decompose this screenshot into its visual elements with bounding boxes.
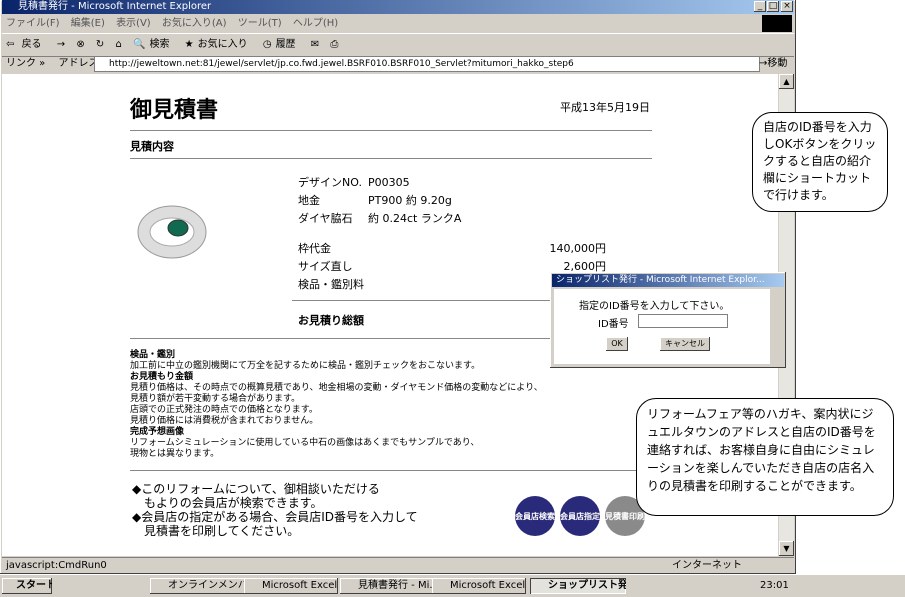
start-button[interactable]: スタート [2, 578, 52, 594]
status-bar: javascript:CmdRun0 インターネット [2, 557, 794, 574]
member-select-button[interactable]: 会員店指定 [560, 496, 600, 536]
footer-line: ◆会員店の指定がある場合、会員店ID番号を入力して [132, 510, 418, 524]
callout-top: 自店のID番号を入力しOKボタンをクリックすると自店の紹介欄にショートカットで行… [752, 112, 888, 212]
spec-label: ダイヤ脇石 [298, 212, 353, 225]
close-button[interactable]: × [781, 1, 793, 12]
title-bar: 見積書発行 - Microsoft Internet Explorer _ □ … [2, 0, 794, 14]
scroll-down-icon[interactable]: ▼ [779, 541, 794, 556]
note-line: 現物とは異なります。 [130, 449, 220, 459]
spec-value: PT900 約 9.20g [368, 194, 452, 207]
menu-bar: ファイル(F) 編集(E) 表示(V) お気に入り(A) ツール(T) ヘルプ(… [2, 15, 762, 32]
spec-value: 約 0.24ct ランクA [368, 212, 462, 225]
footer-line: 見積書を印刷してください。 [132, 524, 300, 538]
print-icon[interactable]: ⎙ [330, 39, 338, 50]
date-label: 平成13年5月19日 [560, 101, 650, 114]
back-label: 戻る [21, 39, 42, 50]
spec-list: デザインNO. P00305 地金 PT900 約 9.20g ダイヤ脇石 約 0.2… [298, 174, 461, 228]
go-label: 移動 [767, 58, 788, 69]
callout-bottom: リフォームフェア等のハガキ、案内状にジュエルタウンのアドレスと自店のID番号を連… [636, 398, 894, 516]
cancel-button[interactable]: キャンセル [660, 337, 710, 351]
refresh-icon[interactable]: ↻ [96, 39, 104, 50]
address-bar: リンク » アドレス(D) http://jeweltown.net:81/je… [2, 55, 794, 73]
favorites-button[interactable]: ★ お気に入り [185, 39, 252, 50]
task-button[interactable]: 見積書発行 - Mi... [340, 578, 444, 594]
links-label[interactable]: リンク » [6, 58, 45, 69]
notes-section: 検品・鑑別 加工前に中立の鑑別機関にて万全を記するために検品・鑑別チェックをおこ… [130, 350, 600, 460]
dialog-body: 指定のID番号を入力して下さい。 ID番号 OK キャンセル [554, 289, 770, 364]
dialog-prompt: 指定のID番号を入力して下さい。 [579, 301, 730, 312]
toolbar: ⇦ 戻る → ⊗ ↻ ⌂ 🔍 検索 ★ お気に入り ◷ 履歴 ✉ ⎙ [2, 33, 794, 57]
spec-row: ダイヤ脇石 約 0.24ct ランクA [298, 210, 461, 228]
id-input[interactable] [638, 314, 728, 328]
cost-label: 検品・鑑別料 [298, 278, 364, 291]
taskbar: スタート オンラインメンバー登録 Microsoft Excel 見積書発行 -… [0, 574, 905, 597]
search-button[interactable]: 🔍 検索 [133, 39, 173, 50]
cost-row: 枠代金 140,000円 [298, 240, 606, 258]
task-button[interactable]: Microsoft Excel [432, 578, 526, 594]
note-line: 加工前に中立の鑑別機関にて万全を記するために検品・鑑別チェックをおこないます。 [130, 361, 481, 371]
menu-edit[interactable]: 編集(E) [71, 18, 105, 29]
note-heading: お見積もり金額 [130, 372, 194, 382]
cost-label: 枠代金 [298, 242, 331, 255]
status-text: javascript:CmdRun0 [6, 560, 107, 571]
footer-line: ◆このリフォームについて、御相談いただける [132, 482, 380, 496]
member-search-button[interactable]: 会員店検索 [515, 496, 555, 536]
ok-button[interactable]: OK [606, 337, 628, 351]
spec-label: デザインNO. [298, 176, 362, 189]
cost-label: サイズ直し [298, 260, 353, 273]
spec-label: 地金 [298, 194, 320, 207]
clock: 23:01 [760, 580, 789, 591]
divider [130, 130, 652, 131]
section-heading: 見積内容 [130, 140, 174, 153]
spec-row: 地金 PT900 約 9.20g [298, 192, 461, 210]
address-input[interactable]: http://jeweltown.net:81/jewel/servlet/jp… [94, 56, 760, 72]
note-line: 店頭での正式発注の時点での価格となります。 [130, 405, 318, 415]
cost-value: 140,000円 [549, 242, 607, 255]
spec-row: デザインNO. P00305 [298, 174, 461, 192]
stop-icon[interactable]: ⊗ [76, 39, 84, 50]
menu-view[interactable]: 表示(V) [116, 18, 151, 29]
menu-help[interactable]: ヘルプ(H) [293, 18, 338, 29]
menu-tools[interactable]: ツール(T) [238, 18, 282, 29]
window-title: 見積書発行 - Microsoft Internet Explorer [18, 1, 212, 12]
history-label: 履歴 [275, 39, 296, 50]
back-button[interactable]: ⇦ 戻る [6, 39, 46, 50]
maximize-button[interactable]: □ [767, 1, 779, 12]
task-button-active[interactable]: ショップリスト発... [530, 578, 626, 594]
go-button[interactable]: →移動 [759, 55, 787, 73]
favorites-label: お気に入り [197, 39, 248, 50]
search-label: 検索 [149, 39, 170, 50]
note-line: リフォームシミュレーションに使用している中石の画像はあくまでもサンプルであり、 [130, 438, 480, 448]
home-icon[interactable]: ⌂ [115, 39, 121, 50]
scroll-up-icon[interactable]: ▲ [779, 74, 794, 89]
history-button[interactable]: ◷ 履歴 [263, 39, 300, 50]
spec-value: P00305 [368, 176, 410, 189]
task-button[interactable]: Microsoft Excel [244, 578, 338, 594]
note-line: 見積り価格は、その時点での概算見積であり、地金相場の変動・ダイヤモンド価格の変動… [130, 383, 543, 393]
minimize-button[interactable]: _ [754, 1, 766, 12]
menu-file[interactable]: ファイル(F) [6, 18, 60, 29]
footer-text: ◆このリフォームについて、御相談いただける もよりの会員店が検索できます。 ◆会… [132, 482, 418, 538]
total-label: お見積り総額 [298, 314, 364, 327]
task-button[interactable]: オンラインメンバー登録 [150, 578, 258, 594]
shoplist-dialog: ショップリスト発行 - Microsoft Internet Explor...… [550, 272, 786, 368]
footer-line: もよりの会員店が検索できます。 [132, 496, 323, 510]
note-line: 見積り額が若干変動する場合があります。 [130, 394, 301, 404]
id-field-label: ID番号 [598, 319, 629, 330]
mail-icon[interactable]: ✉ [311, 39, 319, 50]
menu-favorites[interactable]: お気に入り(A) [162, 18, 227, 29]
page-title: 御見積書 [130, 98, 219, 123]
dialog-title: ショップリスト発行 - Microsoft Internet Explor... [552, 274, 784, 287]
windows-logo-icon [762, 15, 792, 32]
note-heading: 完成予想画像 [130, 427, 185, 437]
note-line: 見積り価格には消費税が含まれておりません。 [130, 416, 319, 426]
forward-button[interactable]: → [57, 39, 65, 50]
divider [292, 300, 554, 301]
ring-image [137, 205, 207, 259]
divider [130, 158, 652, 159]
note-heading: 検品・鑑別 [130, 350, 176, 360]
zone-label: インターネット [672, 560, 742, 571]
